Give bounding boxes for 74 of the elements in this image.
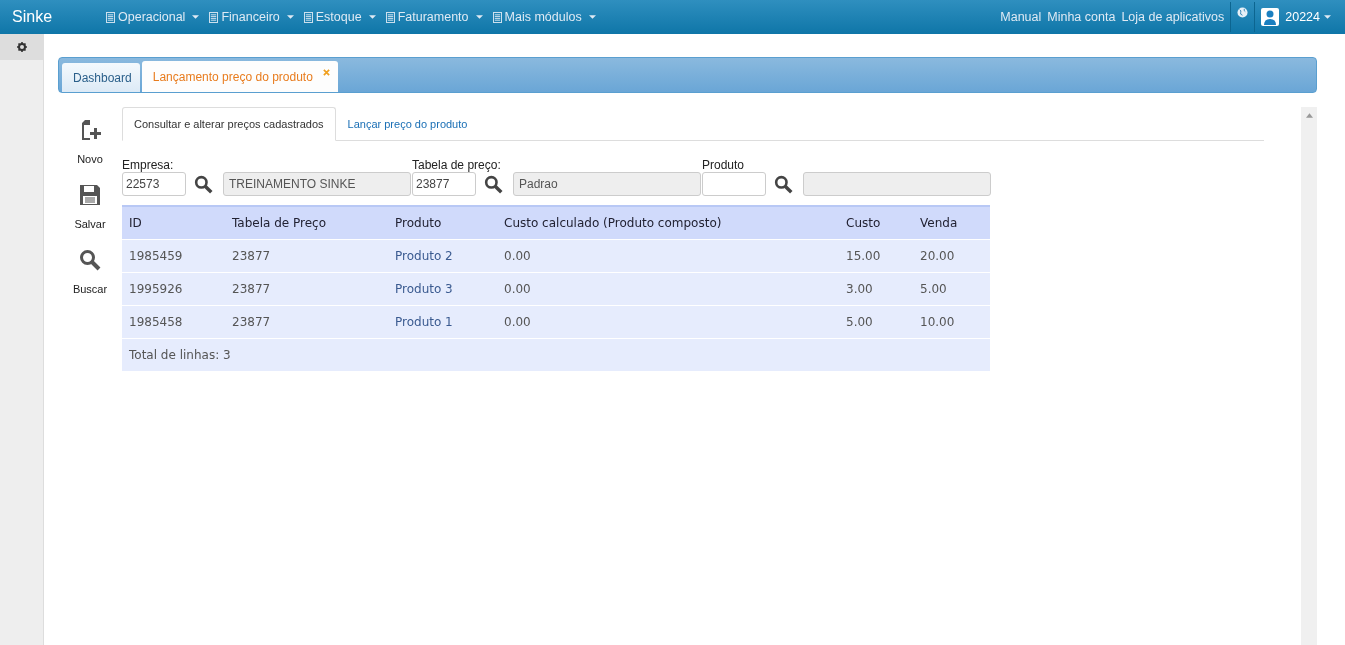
toolbar-label[interactable]: Salvar [74, 218, 106, 230]
table-cell-text: 15.00 [845, 249, 882, 263]
description-field[interactable]: TREINAMENTO SINKE [223, 172, 411, 196]
nav-link[interactable]: Manual [1000, 10, 1042, 24]
column-header: ID [128, 216, 143, 230]
page-tab[interactable]: Lançamento preço do produto [141, 61, 338, 92]
table-cell-text: 3.00 [845, 282, 874, 296]
table-cell-text: Produto 2 [394, 249, 454, 263]
tab-label: Lançamento preço do produto [152, 69, 313, 84]
menu-item[interactable]: Faturamento [385, 10, 483, 24]
user-avatar-icon[interactable] [1261, 8, 1280, 26]
brand-logo[interactable]: Sinke [0, 8, 94, 26]
row-count: Total de linhas: 3 [128, 348, 231, 362]
table-cell-text: 23877 [231, 282, 272, 296]
toolbar-label[interactable]: Novo [77, 153, 103, 165]
new-document-icon[interactable] [79, 119, 101, 141]
column-header: Produto [394, 216, 443, 230]
page-tab[interactable]: Dashboard [62, 63, 140, 92]
code-input[interactable]: 22573 [122, 172, 186, 196]
sub-tab[interactable]: Consultar e alterar preços cadastrados [122, 107, 336, 141]
table-cell-text: 5.00 [919, 282, 948, 296]
table-cell-text: Produto 3 [394, 282, 454, 296]
table-cell-text: 1985459 [128, 249, 184, 263]
table-cell-text: 20.00 [919, 249, 956, 263]
table-cell-text: 0.00 [503, 282, 532, 296]
menu-item[interactable]: Operacional [106, 10, 200, 24]
document-icon [303, 11, 313, 23]
toolbar-label[interactable]: Buscar [72, 283, 108, 295]
sub-tab[interactable]: Lançar preço do produto [335, 107, 480, 141]
field-label: Empresa: [122, 158, 175, 172]
document-icon [492, 11, 502, 23]
table-cell-text: 0.00 [503, 315, 532, 329]
table-cell-text: 23877 [231, 315, 272, 329]
menu-item[interactable]: Estoque [303, 10, 376, 24]
table-cell-text: 1995926 [128, 282, 184, 296]
field-label: Tabela de preço: [412, 158, 502, 172]
column-header: Custo [845, 216, 882, 230]
caret-icon [1324, 15, 1331, 19]
document-icon [209, 11, 219, 23]
menu-item[interactable]: Mais módulos [492, 10, 596, 24]
settings-icon [16, 42, 27, 52]
table-cell-text: 1985458 [128, 315, 184, 329]
search-icon[interactable] [194, 174, 213, 194]
nav-link[interactable]: Loja de aplicativos [1121, 10, 1225, 24]
caret-icon [475, 15, 483, 19]
column-header: Tabela de Preço [231, 216, 328, 230]
caret-icon [192, 15, 200, 19]
column-header: Custo calculado (Produto composto) [503, 216, 723, 230]
field-label: Produto [702, 158, 746, 172]
search-icon[interactable] [79, 249, 101, 271]
column-header: Venda [919, 216, 959, 230]
document-icon [106, 11, 115, 23]
caret-icon [588, 15, 596, 19]
nav-link[interactable]: Minha conta [1047, 10, 1116, 24]
search-icon[interactable] [484, 174, 503, 194]
menu-item[interactable]: Financeiro [209, 10, 294, 24]
table-cell-text: 0.00 [503, 249, 532, 263]
description-field[interactable] [803, 172, 991, 196]
search-icon[interactable] [774, 174, 793, 194]
table-cell-text: Produto 1 [394, 315, 454, 329]
caret-icon [286, 15, 294, 19]
settings-button[interactable] [0, 34, 43, 60]
globe-icon[interactable] [1237, 6, 1249, 18]
table-cell-text: 10.00 [919, 315, 956, 329]
document-icon [385, 11, 395, 23]
table-cell-text: 5.00 [845, 315, 874, 329]
user-menu[interactable]: 20224 [1285, 10, 1331, 24]
scrollbar[interactable] [1301, 107, 1317, 645]
code-input[interactable] [702, 172, 766, 196]
table-cell-text: 23877 [231, 249, 272, 263]
caret-icon [368, 15, 376, 19]
description-field[interactable]: Padrao [513, 172, 701, 196]
code-input[interactable]: 23877 [412, 172, 476, 196]
tab-label: Dashboard [73, 70, 132, 85]
